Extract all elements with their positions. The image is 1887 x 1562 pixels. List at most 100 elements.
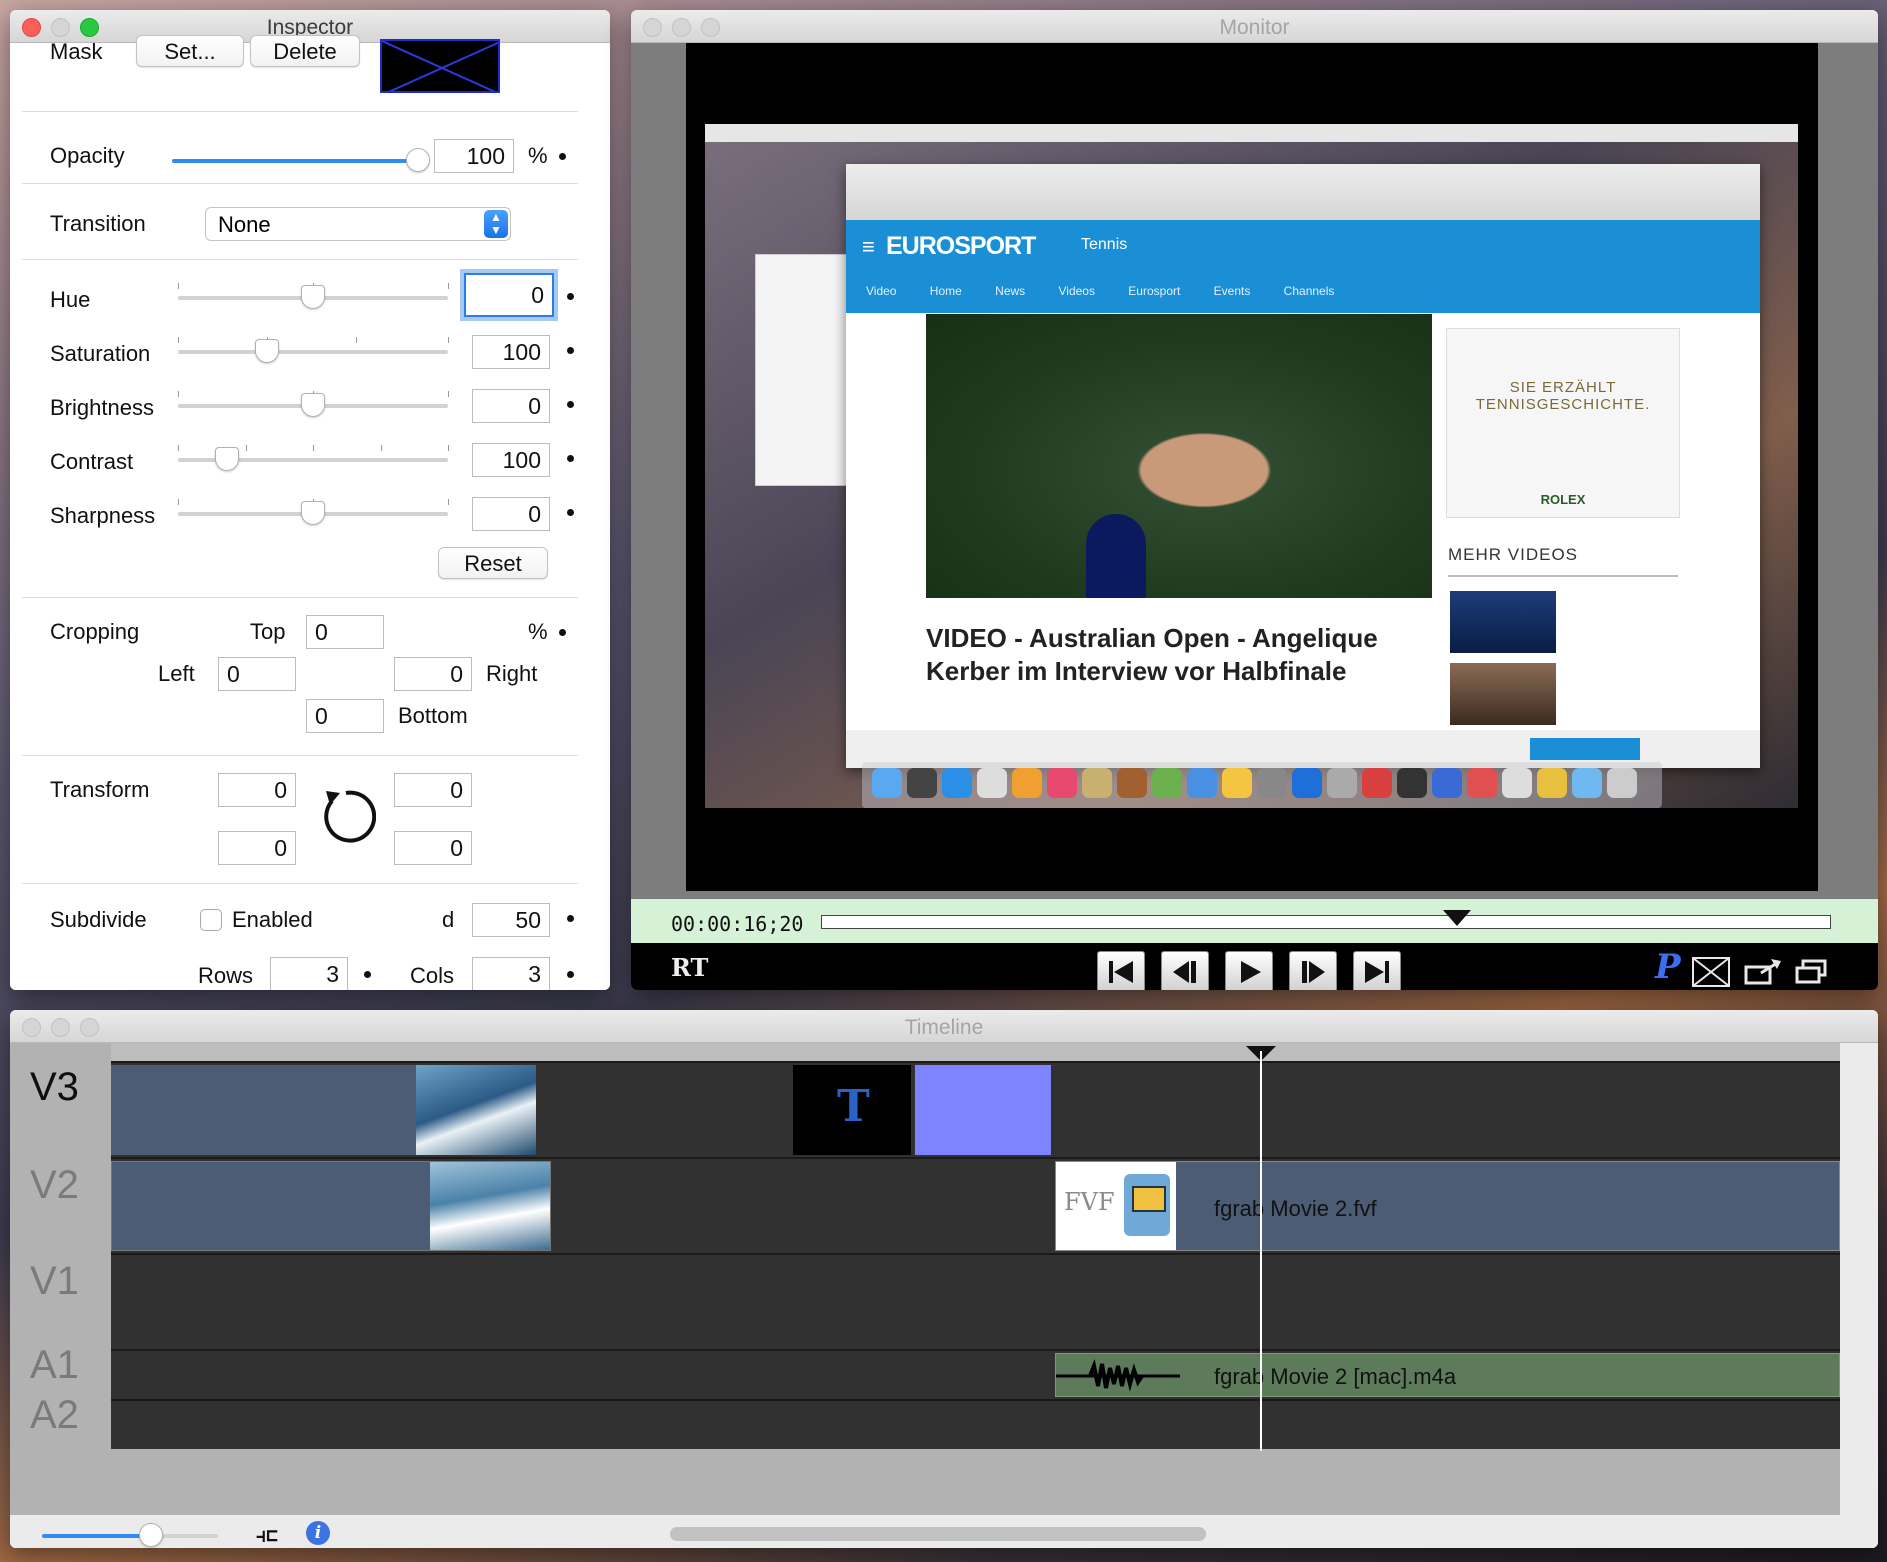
- mask-delete-button[interactable]: Delete: [250, 35, 360, 67]
- step-forward-icon[interactable]: [1289, 951, 1337, 990]
- reset-button[interactable]: Reset: [438, 547, 548, 579]
- safe-area-icon[interactable]: [1691, 955, 1731, 989]
- timeline-playhead[interactable]: [1260, 1051, 1262, 1451]
- opacity-field[interactable]: 100: [434, 139, 514, 173]
- video-canvas[interactable]: ≡ EUROSPORT Tennis Video Home News Video…: [686, 43, 1818, 891]
- keyframe-dot[interactable]: [567, 293, 574, 300]
- saturation-slider[interactable]: [178, 337, 449, 363]
- contrast-knob[interactable]: [214, 447, 239, 471]
- crop-right-field[interactable]: 0: [394, 657, 472, 691]
- hue-knob[interactable]: [301, 285, 325, 309]
- transform-field-2[interactable]: 0: [394, 773, 472, 807]
- track-label-v3[interactable]: V3: [30, 1065, 79, 1110]
- snap-icon[interactable]: ⫞⊏: [256, 1523, 278, 1547]
- keyframe-dot[interactable]: [559, 153, 566, 160]
- fvf-clip[interactable]: FVF fgrab Movie 2.fvf: [1055, 1161, 1840, 1251]
- rotate-icon[interactable]: [316, 785, 377, 845]
- track-label-a2[interactable]: A2: [30, 1393, 79, 1438]
- timeline-tracks[interactable]: V3 T V2 FVF fgrab Movie 2.fvf V1 A1 fgra…: [10, 1043, 1840, 1515]
- play-icon[interactable]: [1225, 951, 1273, 990]
- separator: [22, 111, 578, 112]
- scrub-track[interactable]: [821, 910, 1831, 929]
- transition-value: None: [218, 212, 271, 237]
- windows-icon[interactable]: [1793, 955, 1833, 989]
- track-a2[interactable]: [111, 1399, 1840, 1449]
- transform-field-1[interactable]: 0: [218, 773, 296, 807]
- timeline-titlebar[interactable]: Timeline: [10, 1010, 1878, 1043]
- subdivide-enabled-checkbox[interactable]: [200, 909, 222, 931]
- skip-to-start-icon[interactable]: [1097, 951, 1145, 990]
- keyframe-dot[interactable]: [364, 971, 371, 978]
- cols-field[interactable]: 3: [472, 957, 550, 990]
- transform-field-4[interactable]: 0: [394, 831, 472, 865]
- monitor-titlebar[interactable]: Monitor: [631, 10, 1878, 43]
- crop-bottom-field[interactable]: 0: [306, 699, 384, 733]
- video-clip[interactable]: [111, 1065, 536, 1155]
- export-frame-icon[interactable]: [1743, 955, 1783, 989]
- zoom-slider[interactable]: [42, 1523, 218, 1547]
- d-field[interactable]: 50: [472, 903, 550, 937]
- rt-label[interactable]: RT: [671, 953, 708, 982]
- sharpness-knob[interactable]: [301, 501, 325, 525]
- contrast-field[interactable]: 100: [472, 443, 550, 477]
- track-label-v2[interactable]: V2: [30, 1163, 79, 1208]
- saturation-knob[interactable]: [255, 339, 280, 363]
- video-thumb: [1450, 663, 1556, 725]
- window-title: Timeline: [904, 1016, 984, 1039]
- transport-bar: RT P: [631, 943, 1878, 990]
- skip-to-end-icon[interactable]: [1353, 951, 1401, 990]
- hue-slider[interactable]: [178, 283, 449, 309]
- info-icon[interactable]: i: [306, 1521, 330, 1545]
- video-browser-window: ≡ EUROSPORT Tennis Video Home News Video…: [846, 164, 1760, 768]
- mask-set-button[interactable]: Set...: [136, 35, 244, 67]
- keyframe-dot[interactable]: [567, 971, 574, 978]
- transform-field-3[interactable]: 0: [218, 831, 296, 865]
- video-clip[interactable]: [111, 1161, 551, 1251]
- track-v2[interactable]: FVF fgrab Movie 2.fvf: [111, 1157, 1840, 1253]
- color-clip[interactable]: [915, 1065, 1051, 1155]
- track-v3[interactable]: T: [111, 1061, 1840, 1157]
- playhead-marker[interactable]: [1443, 910, 1472, 926]
- track-label-a1[interactable]: A1: [30, 1343, 79, 1388]
- p-button[interactable]: P: [1655, 947, 1681, 987]
- track-label-v1[interactable]: V1: [30, 1259, 79, 1304]
- keyframe-dot[interactable]: [567, 347, 574, 354]
- brightness-field[interactable]: 0: [472, 389, 550, 423]
- ad-text: SIE ERZÄHLT TENNISGESCHICHTE.: [1475, 379, 1651, 413]
- horizontal-scrollbar[interactable]: [670, 1527, 1206, 1541]
- contrast-slider[interactable]: [178, 445, 449, 471]
- track-a1[interactable]: fgrab Movie 2 [mac].m4a: [111, 1349, 1840, 1399]
- brightness-slider[interactable]: [178, 391, 449, 417]
- zoom-slider-knob[interactable]: [139, 1523, 164, 1547]
- cols-label: Cols: [410, 963, 455, 988]
- transition-popup[interactable]: None ▲ ▼: [205, 207, 511, 241]
- mask-label: Mask: [50, 39, 103, 64]
- audio-clip[interactable]: fgrab Movie 2 [mac].m4a: [1055, 1353, 1840, 1397]
- d-label: d: [442, 907, 455, 932]
- title-clip[interactable]: T: [793, 1065, 911, 1155]
- opacity-slider-knob[interactable]: [406, 148, 430, 172]
- sharpness-field[interactable]: 0: [472, 497, 550, 531]
- keyframe-dot[interactable]: [567, 401, 574, 408]
- hue-field[interactable]: 0: [464, 273, 554, 317]
- opacity-slider[interactable]: [172, 148, 430, 172]
- keyframe-dot[interactable]: [559, 629, 566, 636]
- rows-field[interactable]: 3: [270, 957, 348, 990]
- transition-label: Transition: [50, 211, 146, 236]
- sharpness-slider[interactable]: [178, 499, 449, 525]
- title-t-icon: T: [837, 1081, 870, 1132]
- keyframe-dot[interactable]: [567, 455, 574, 462]
- crop-top-field[interactable]: 0: [306, 615, 384, 649]
- step-back-icon[interactable]: [1161, 951, 1209, 990]
- track-v1[interactable]: [111, 1253, 1840, 1349]
- brightness-knob[interactable]: [301, 393, 325, 417]
- saturation-field[interactable]: 100: [472, 335, 550, 369]
- waveform-icon: [1056, 1359, 1180, 1392]
- keyframe-dot[interactable]: [567, 915, 574, 922]
- crop-top-label: Top: [250, 619, 286, 644]
- percent-label: %: [528, 143, 548, 168]
- hue-label: Hue: [50, 287, 91, 312]
- hamburger-icon: ≡: [862, 234, 875, 259]
- crop-left-field[interactable]: 0: [218, 657, 296, 691]
- keyframe-dot[interactable]: [567, 509, 574, 516]
